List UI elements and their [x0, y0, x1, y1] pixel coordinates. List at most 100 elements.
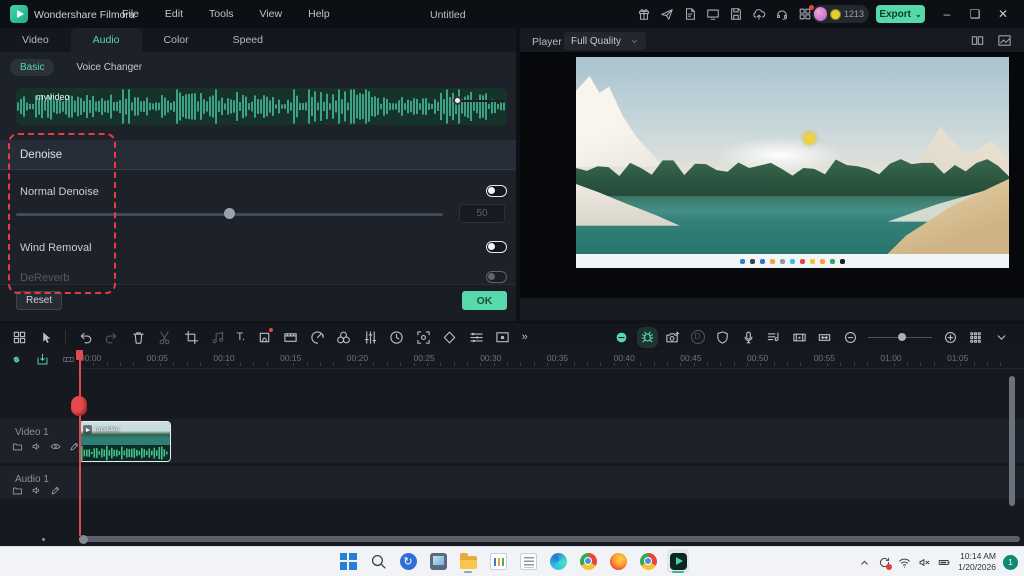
dereverb-toggle[interactable] [486, 271, 507, 283]
audio-list-icon[interactable] [766, 330, 781, 345]
taskbar-notes-icon[interactable] [517, 549, 539, 573]
lock-icon[interactable] [50, 485, 61, 496]
render-preview-icon[interactable] [62, 353, 75, 366]
send-icon[interactable] [660, 7, 674, 21]
export-button[interactable]: Export ⌄ [876, 5, 925, 23]
split-icon[interactable] [157, 330, 172, 345]
wifi-icon[interactable] [898, 556, 911, 569]
tab-audio[interactable]: Audio [70, 28, 142, 52]
speed-icon[interactable] [310, 330, 325, 345]
speaker-icon[interactable] [31, 441, 42, 452]
audio-mixer-icon[interactable] [469, 330, 484, 345]
license-icon[interactable] [683, 7, 697, 21]
color-wheel-icon[interactable] [336, 330, 351, 345]
camera-plus-icon[interactable] [665, 330, 680, 345]
ok-button[interactable]: OK [462, 291, 507, 310]
folder-icon[interactable] [12, 441, 23, 452]
playhead-line[interactable] [79, 350, 81, 536]
denoise-slider-value[interactable]: 50 [459, 204, 505, 223]
audio-clip-preview[interactable]: myvideo [16, 88, 507, 125]
link-icon[interactable] [10, 353, 23, 366]
menu-file[interactable]: File [118, 6, 143, 22]
subtab-basic[interactable]: Basic [10, 59, 55, 76]
subtab-voice-changer[interactable]: Voice Changer [66, 59, 152, 76]
taskbar-report-icon[interactable] [487, 549, 509, 573]
notification-badge[interactable]: 1 [1003, 554, 1018, 570]
mute-icon[interactable] [918, 556, 931, 569]
horizontal-scrollbar[interactable] [79, 536, 1020, 542]
taskbar-firefox-icon[interactable] [607, 549, 629, 573]
cursor-icon[interactable] [39, 330, 54, 345]
minimize-icon[interactable]: – [940, 7, 954, 21]
battery-icon[interactable] [938, 556, 951, 569]
vertical-scrollbar[interactable] [1009, 376, 1015, 506]
close-icon[interactable]: ✕ [996, 7, 1010, 21]
zoom-out-icon[interactable] [843, 330, 858, 345]
avatar[interactable] [814, 7, 828, 21]
redo-icon[interactable] [104, 330, 119, 345]
tab-color[interactable]: Color [142, 28, 211, 52]
taskbar-folder-icon[interactable] [457, 549, 479, 573]
taskbar-chrome-icon[interactable] [577, 549, 599, 573]
apps-grid-icon[interactable] [798, 5, 814, 21]
media-icon[interactable] [12, 330, 27, 345]
insert-icon[interactable] [36, 353, 49, 366]
text-icon[interactable]: T. [237, 330, 246, 345]
account-pill[interactable]: 1213 [812, 5, 869, 23]
video-preview[interactable] [576, 57, 1009, 268]
taskbar-filmora-icon[interactable] [667, 549, 689, 573]
zoom-slider[interactable] [868, 330, 932, 345]
undo-icon[interactable] [78, 330, 93, 345]
more-icon[interactable]: » [522, 330, 528, 345]
ai-silence-icon[interactable] [614, 330, 629, 345]
wind-removal-toggle[interactable] [486, 241, 507, 253]
taskbar-start-icon[interactable] [337, 549, 359, 573]
keyframe-icon[interactable] [442, 330, 457, 345]
speaker-icon[interactable] [31, 485, 42, 496]
cloud-upload-icon[interactable] [752, 7, 766, 21]
render-clock-icon[interactable] [389, 330, 404, 345]
reset-button[interactable]: Reset [16, 291, 63, 310]
taskbar-sync-icon[interactable]: ↻ [397, 549, 419, 573]
denoise-icon[interactable] [639, 329, 655, 345]
taskbar-search-icon[interactable] [367, 549, 389, 573]
scrollbar-handle[interactable] [79, 535, 88, 544]
time-ruler[interactable]: 00:00 00:05 00:10 00:15 00:20 00:25 00:30 00:35… [78, 350, 1024, 369]
taskbar-display-icon[interactable] [427, 549, 449, 573]
adjust-icon[interactable] [363, 330, 378, 345]
normal-denoise-toggle[interactable] [486, 185, 507, 197]
gift-icon[interactable] [637, 7, 651, 21]
menu-help[interactable]: Help [304, 6, 334, 22]
film-settings-icon[interactable] [792, 330, 807, 345]
caret-down-icon[interactable] [994, 330, 1009, 345]
restore-icon[interactable]: ❏ [968, 7, 982, 21]
motion-track-icon[interactable] [416, 330, 431, 345]
fit-timeline-icon[interactable] [817, 330, 832, 345]
split-view-icon[interactable] [970, 33, 985, 48]
timeline-clip[interactable]: myvideo [79, 421, 171, 462]
zoom-in-icon[interactable] [943, 330, 958, 345]
crop-icon[interactable] [184, 330, 199, 345]
workspace-icon[interactable] [706, 7, 720, 21]
menu-view[interactable]: View [256, 6, 287, 22]
audio-beat-icon[interactable] [210, 330, 225, 345]
mask-icon[interactable] [257, 327, 273, 345]
screen-record-icon[interactable] [495, 330, 510, 345]
mic-icon[interactable] [741, 330, 756, 345]
scopes-icon[interactable] [997, 33, 1012, 48]
clock[interactable]: 10:14 AM 1/20/2026 [958, 551, 996, 573]
effects-clip-icon[interactable] [283, 330, 298, 345]
delete-icon[interactable] [131, 330, 146, 345]
eye-icon[interactable] [50, 441, 61, 452]
save-icon[interactable] [729, 7, 743, 21]
playhead-handle[interactable] [76, 350, 83, 360]
chevron-up-icon[interactable] [858, 556, 871, 569]
taskbar-chrome-2-icon[interactable] [637, 549, 659, 573]
menu-edit[interactable]: Edit [161, 6, 187, 22]
support-icon[interactable] [775, 7, 789, 21]
shield-icon[interactable] [715, 330, 730, 345]
sync-alert-icon[interactable] [878, 556, 893, 570]
track-manager-icon[interactable] [968, 330, 983, 345]
d-circle-icon[interactable]: D [690, 330, 705, 344]
menu-tools[interactable]: Tools [205, 6, 238, 22]
